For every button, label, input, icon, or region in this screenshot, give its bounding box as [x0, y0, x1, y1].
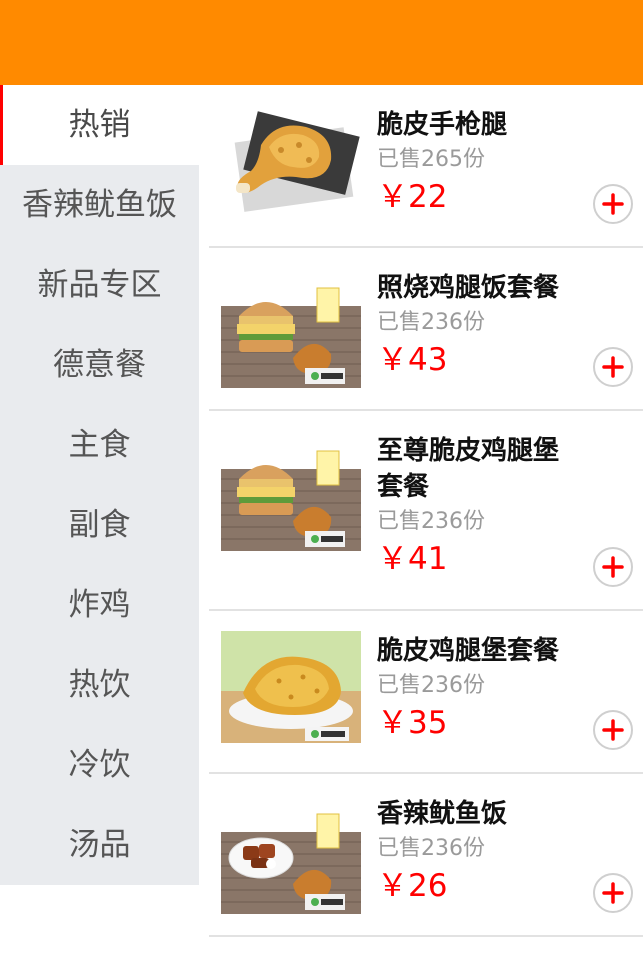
- category-item-staple[interactable]: 主食: [0, 405, 199, 485]
- product-item[interactable]: 至尊脆皮鸡腿堡套餐 已售236份 ￥41: [209, 411, 643, 611]
- category-label: 德意餐: [53, 347, 146, 383]
- category-item-hot[interactable]: 热销: [0, 85, 199, 165]
- product-name: 脆皮手枪腿: [377, 110, 508, 140]
- product-image-squid-rice-combo: [221, 802, 361, 914]
- product-info: 至尊脆皮鸡腿堡套餐 已售236份 ￥41: [377, 433, 583, 579]
- category-label: 汤品: [68, 827, 131, 863]
- plus-icon: [602, 556, 624, 578]
- product-image-burger-combo: [221, 276, 361, 388]
- plus-icon: [602, 882, 624, 904]
- category-item-hot-drinks[interactable]: 热饮: [0, 645, 199, 725]
- product-price: ￥43: [377, 342, 448, 378]
- category-label: 炸鸡: [68, 587, 131, 623]
- product-image-fried-cutlet: [221, 631, 361, 743]
- product-name: 香辣鱿鱼饭: [377, 799, 508, 829]
- category-item-soup[interactable]: 汤品: [0, 805, 199, 885]
- product-price: ￥35: [377, 705, 448, 741]
- product-sold-count: 已售236份: [377, 509, 485, 534]
- product-image-burger-combo: [221, 439, 361, 551]
- category-label: 副食: [68, 507, 131, 543]
- category-label: 热饮: [68, 667, 131, 703]
- product-item[interactable]: 脆皮手枪腿 已售265份 ￥22: [209, 85, 643, 248]
- product-list: 脆皮手枪腿 已售265份 ￥22 照烧鸡腿饭套餐 已售236份 ￥43 至尊脆皮…: [209, 85, 643, 937]
- product-item[interactable]: 照烧鸡腿饭套餐 已售236份 ￥43: [209, 248, 643, 411]
- category-item-german-meal[interactable]: 德意餐: [0, 325, 199, 405]
- plus-icon: [602, 193, 624, 215]
- add-to-cart-button[interactable]: [593, 347, 633, 387]
- category-item-squid-rice[interactable]: 香辣鱿鱼饭: [0, 165, 199, 245]
- category-label: 香辣鱿鱼饭: [22, 187, 177, 223]
- category-label: 冷饮: [68, 747, 131, 783]
- product-image-fried-drumstick: [221, 105, 361, 217]
- category-item-cold-drinks[interactable]: 冷饮: [0, 725, 199, 805]
- product-info: 脆皮手枪腿 已售265份 ￥22: [377, 107, 583, 217]
- category-label: 新品专区: [37, 267, 162, 303]
- product-sold-count: 已售236份: [377, 836, 485, 861]
- product-name: 照烧鸡腿饭套餐: [377, 273, 560, 303]
- product-name: 脆皮鸡腿堡套餐: [377, 636, 560, 666]
- product-price: ￥22: [377, 179, 448, 215]
- product-price: ￥26: [377, 868, 448, 904]
- category-item-fried-chicken[interactable]: 炸鸡: [0, 565, 199, 645]
- product-info: 脆皮鸡腿堡套餐 已售236份 ￥35: [377, 633, 583, 743]
- category-label: 热销: [68, 107, 131, 143]
- product-price: ￥41: [377, 541, 448, 577]
- plus-icon: [602, 719, 624, 741]
- plus-icon: [602, 356, 624, 378]
- product-sold-count: 已售265份: [377, 147, 485, 172]
- add-to-cart-button[interactable]: [593, 873, 633, 913]
- product-item[interactable]: 香辣鱿鱼饭 已售236份 ￥26: [209, 774, 643, 937]
- category-item-new[interactable]: 新品专区: [0, 245, 199, 325]
- product-info: 香辣鱿鱼饭 已售236份 ￥26: [377, 796, 583, 906]
- category-sidebar: 热销 香辣鱿鱼饭 新品专区 德意餐 主食 副食 炸鸡 热饮 冷饮 汤品: [0, 85, 199, 885]
- add-to-cart-button[interactable]: [593, 710, 633, 750]
- product-name: 至尊脆皮鸡腿堡套餐: [377, 436, 560, 502]
- product-item[interactable]: 脆皮鸡腿堡套餐 已售236份 ￥35: [209, 611, 643, 774]
- product-sold-count: 已售236份: [377, 673, 485, 698]
- header-bar: [0, 0, 643, 85]
- add-to-cart-button[interactable]: [593, 547, 633, 587]
- category-item-side[interactable]: 副食: [0, 485, 199, 565]
- add-to-cart-button[interactable]: [593, 184, 633, 224]
- product-image-partial: [221, 955, 361, 962]
- category-label: 主食: [68, 427, 131, 463]
- product-sold-count: 已售236份: [377, 310, 485, 335]
- product-info: 照烧鸡腿饭套餐 已售236份 ￥43: [377, 270, 583, 380]
